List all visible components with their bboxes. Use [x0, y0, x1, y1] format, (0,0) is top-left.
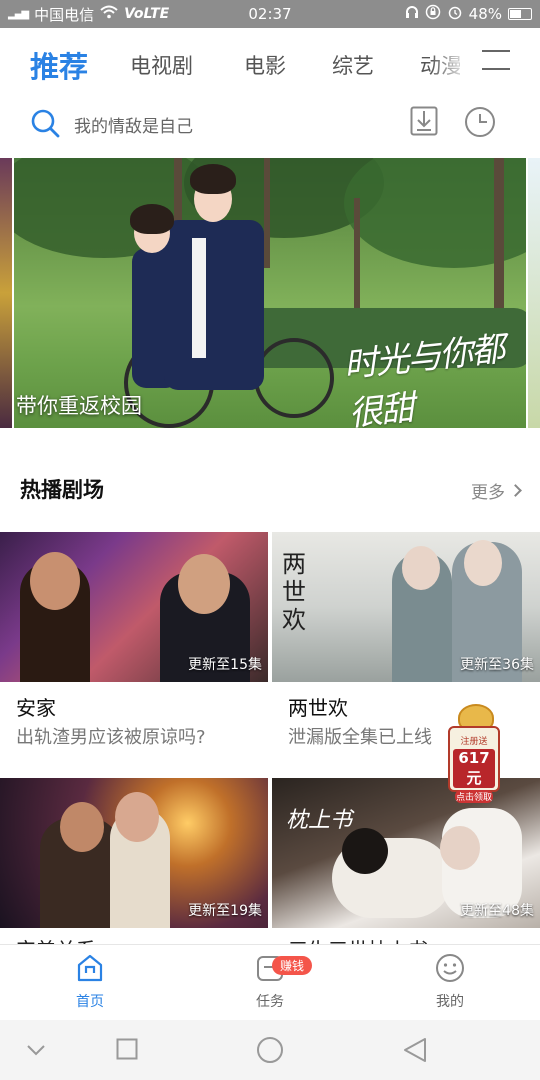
drama-thumbnail: 更新至19集 — [0, 778, 268, 928]
drama-subtitle: 泄漏版全集已上线 — [288, 727, 432, 748]
status-bar: ▂▄▆ 中国电信 VoLTE 02:37 48% — [0, 0, 540, 28]
banner-carousel[interactable]: 时光与你都很甜 带你重返校园 — [0, 158, 540, 428]
alarm-icon — [447, 4, 463, 24]
banner-next-peek — [528, 158, 540, 428]
hide-nav-icon[interactable] — [26, 1042, 46, 1061]
tab-movies[interactable]: 电影 — [244, 50, 286, 80]
search-input[interactable]: 我的情敌是自己 — [74, 112, 193, 137]
episode-update-label: 更新至36集 — [460, 657, 534, 673]
search-icon[interactable] — [30, 108, 60, 138]
nav-tasks-label: 任务 — [256, 994, 284, 1010]
home-button-icon[interactable] — [256, 1036, 284, 1068]
banner-prev-peek — [0, 158, 12, 428]
drama-title: 完美关系 — [16, 934, 256, 944]
tab-tv-series[interactable]: 电视剧 — [130, 50, 193, 80]
poster-title: 两世欢 — [282, 550, 306, 634]
banner-caption: 带你重返校园 — [16, 394, 142, 418]
more-link[interactable]: 更多 — [471, 478, 522, 503]
poster-title: 枕上书 — [286, 808, 353, 833]
carrier-label: 中国电信 — [34, 5, 95, 24]
home-icon — [75, 953, 105, 983]
drama-card-wanmei-guanxi[interactable]: 更新至19集 完美关系 — [0, 778, 268, 944]
drama-title: 安家 — [16, 696, 56, 720]
drama-thumbnail: 更新至15集 — [0, 532, 268, 682]
tab-recommend[interactable]: 推荐 — [30, 44, 88, 86]
recent-apps-icon[interactable] — [116, 1038, 138, 1064]
drama-thumbnail: 两世欢 更新至36集 — [272, 532, 540, 682]
episode-update-label: 更新至15集 — [188, 657, 262, 673]
back-icon[interactable] — [402, 1036, 428, 1068]
chevron-right-icon — [509, 484, 522, 497]
section-title: 热播剧场 — [20, 478, 104, 502]
volte-label: VoLTE — [124, 6, 170, 22]
promo-label: 注册送 — [460, 737, 488, 747]
nav-home-label: 首页 — [76, 994, 104, 1010]
signal-icon: ▂▄▆ — [8, 8, 29, 20]
drama-title: 两世欢 — [288, 696, 348, 720]
nav-profile[interactable]: 我的 — [410, 953, 490, 1011]
clock: 02:37 — [248, 5, 292, 23]
bottom-navigation: 首页 任务 我的 — [0, 944, 540, 1020]
signup-bonus-badge[interactable]: 注册送 617元 点击领取 — [448, 704, 504, 803]
more-label: 更多 — [471, 483, 505, 503]
drama-thumbnail: 枕上书 更新至48集 — [272, 778, 540, 928]
battery-icon — [508, 8, 532, 20]
system-navigation-bar — [0, 1020, 540, 1080]
banner-slide[interactable]: 时光与你都很甜 带你重返校园 — [14, 158, 526, 428]
earn-money-badge: 赚钱 — [272, 956, 313, 975]
drama-card-zhenshangshu[interactable]: 枕上书 更新至48集 三生三世枕上书 — [272, 778, 540, 944]
wifi-icon — [100, 5, 118, 23]
episode-update-label: 更新至48集 — [460, 903, 534, 919]
nav-home[interactable]: 首页 — [50, 953, 130, 1011]
drama-subtitle: 出轨渣男应该被原谅吗? — [16, 727, 206, 748]
headphones-icon — [405, 5, 419, 23]
episode-update-label: 更新至19集 — [188, 903, 262, 919]
promo-amount: 617元 — [453, 749, 495, 788]
battery-percent: 48% — [468, 5, 502, 23]
tab-variety[interactable]: 综艺 — [332, 50, 374, 80]
menu-icon[interactable] — [482, 50, 510, 70]
drama-title: 三生三世枕上书 — [288, 934, 528, 944]
category-tabs: 推荐 电视剧 电影 综艺 动漫 — [0, 28, 540, 98]
download-icon[interactable] — [410, 106, 438, 136]
drama-card-anjia[interactable]: 更新至15集 安家 出轨渣男应该被原谅吗? — [0, 532, 268, 762]
promo-cta: 点击领取 — [455, 790, 493, 803]
nav-profile-label: 我的 — [436, 994, 464, 1010]
profile-icon — [435, 953, 465, 983]
history-icon[interactable] — [464, 106, 496, 138]
search-row: 我的情敌是自己 — [0, 98, 540, 150]
rotation-lock-icon — [425, 4, 441, 24]
